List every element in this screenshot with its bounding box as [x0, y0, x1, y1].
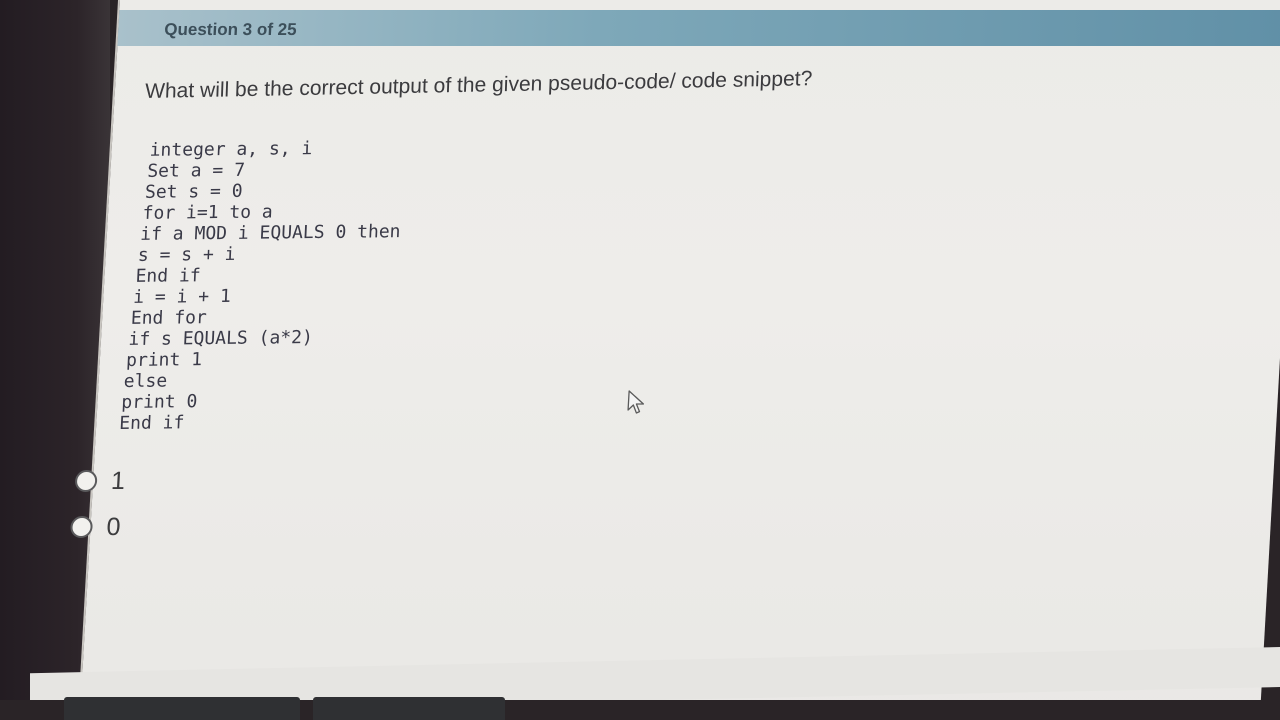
- code-line: End for: [130, 307, 208, 329]
- question-counter: Question 3 of 25: [163, 20, 298, 39]
- radio-button-icon[interactable]: [69, 516, 94, 538]
- radio-button-icon[interactable]: [74, 470, 98, 492]
- code-line: integer a, s, i: [149, 138, 313, 161]
- code-line: Set a = 7: [146, 159, 246, 182]
- code-line: print 0: [120, 391, 198, 413]
- code-line: End if: [118, 412, 185, 434]
- question-header-bar: Question 3 of 25: [117, 10, 1280, 46]
- nav-button-right[interactable]: [313, 697, 505, 720]
- code-line: Set s = 0: [144, 180, 244, 203]
- option-label: 1: [110, 466, 126, 495]
- code-snippet: integer a, s, i Set a = 7 Set s = 0 for i=1…: [119, 137, 405, 434]
- mouse-pointer-icon: [627, 390, 645, 414]
- code-line: print 1: [125, 349, 203, 371]
- option-0[interactable]: 0: [69, 504, 123, 550]
- code-line: else: [123, 370, 168, 392]
- photo-frame: Question 3 of 25 What will be the correc…: [0, 0, 1280, 720]
- code-line: if a MOD i EQUALS 0 then: [139, 221, 401, 245]
- option-label: 0: [105, 512, 122, 541]
- code-line: if s EQUALS (a*2): [128, 327, 314, 350]
- answer-options: 1 0: [69, 458, 126, 550]
- question-text: What will be the correct output of the g…: [144, 67, 813, 103]
- code-line: s = s + i: [137, 243, 237, 266]
- quiz-screen: Question 3 of 25 What will be the correc…: [69, 0, 1280, 720]
- code-line: for i=1 to a: [142, 201, 274, 224]
- code-line: End if: [135, 265, 202, 287]
- option-1[interactable]: 1: [74, 458, 126, 504]
- nav-button-left[interactable]: [64, 697, 300, 720]
- code-line: i = i + 1: [132, 285, 232, 308]
